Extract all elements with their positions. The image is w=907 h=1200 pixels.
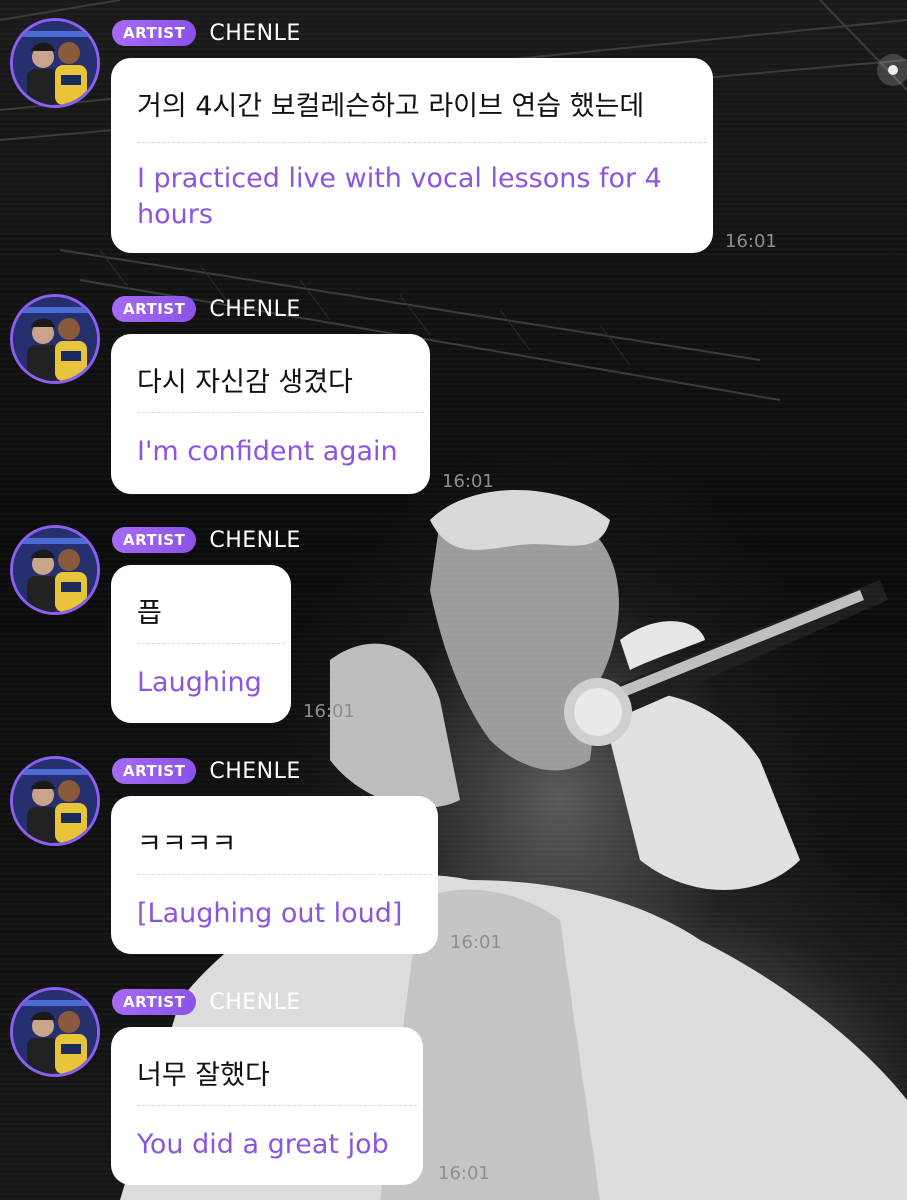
message-text-korean: 거의 4시간 보컬레슨하고 라이브 연습 했는데 bbox=[137, 91, 645, 122]
message-text-korean: 너무 잘했다 bbox=[137, 1060, 270, 1091]
message-text-korean: ㅋㅋㅋㅋ bbox=[137, 829, 237, 860]
artist-badge: ARTIST bbox=[112, 758, 197, 784]
message-text-translation: You did a great job bbox=[137, 1129, 389, 1160]
message-header: ARTIST CHENLE bbox=[112, 18, 301, 48]
avatar-photo-icon bbox=[13, 990, 97, 1074]
profile-photo-avatar[interactable] bbox=[10, 18, 100, 108]
avatar-photo-icon bbox=[13, 21, 97, 105]
message-text-korean: 픕 bbox=[137, 598, 162, 629]
artist-badge: ARTIST bbox=[112, 296, 197, 322]
sender-name: CHENLE bbox=[209, 527, 301, 553]
message-header: ARTIST CHENLE bbox=[112, 756, 301, 786]
avatar-photo-icon bbox=[13, 297, 97, 381]
sender-name: CHENLE bbox=[209, 20, 301, 46]
profile-photo-avatar[interactable] bbox=[10, 294, 100, 384]
message-timestamp: 16:01 bbox=[303, 701, 355, 722]
translation-divider bbox=[137, 1105, 417, 1106]
message-timestamp: 16:01 bbox=[725, 231, 777, 252]
message-text-translation: [Laughing out loud] bbox=[137, 898, 403, 929]
message-timestamp: 16:01 bbox=[438, 1163, 490, 1184]
message-text-translation: I practiced live with vocal lessons for … bbox=[137, 163, 662, 230]
message-bubble[interactable]: 다시 자신감 생겼다 I'm confident again bbox=[111, 334, 430, 494]
message-text-translation: I'm confident again bbox=[137, 436, 398, 467]
avatar-photo-icon bbox=[13, 528, 97, 612]
message-text-korean: 다시 자신감 생겼다 bbox=[137, 367, 353, 398]
artist-badge: ARTIST bbox=[112, 20, 197, 46]
profile-photo-avatar[interactable] bbox=[10, 525, 100, 615]
message-text-translation: Laughing bbox=[137, 667, 262, 698]
translation-divider bbox=[137, 142, 707, 143]
avatar-photo-icon bbox=[13, 759, 97, 843]
message-header: ARTIST CHENLE bbox=[112, 294, 301, 324]
message-bubble[interactable]: 픕 Laughing bbox=[111, 565, 291, 723]
message-header: ARTIST CHENLE bbox=[112, 987, 301, 1017]
artist-badge: ARTIST bbox=[112, 989, 197, 1015]
sender-name: CHENLE bbox=[209, 989, 301, 1015]
profile-photo-avatar[interactable] bbox=[10, 756, 100, 846]
sender-name: CHENLE bbox=[209, 758, 301, 784]
message-bubble[interactable]: 너무 잘했다 You did a great job bbox=[111, 1027, 423, 1185]
translation-divider bbox=[137, 643, 285, 644]
message-bubble[interactable]: 거의 4시간 보컬레슨하고 라이브 연습 했는데 I practiced liv… bbox=[111, 58, 713, 253]
profile-photo-avatar[interactable] bbox=[10, 987, 100, 1077]
sender-name: CHENLE bbox=[209, 296, 301, 322]
translation-divider bbox=[137, 874, 432, 875]
translation-divider bbox=[137, 412, 424, 413]
artist-badge: ARTIST bbox=[112, 527, 197, 553]
message-header: ARTIST CHENLE bbox=[112, 525, 301, 555]
message-timestamp: 16:01 bbox=[450, 932, 502, 953]
message-bubble[interactable]: ㅋㅋㅋㅋ [Laughing out loud] bbox=[111, 796, 438, 954]
message-timestamp: 16:01 bbox=[442, 471, 494, 492]
